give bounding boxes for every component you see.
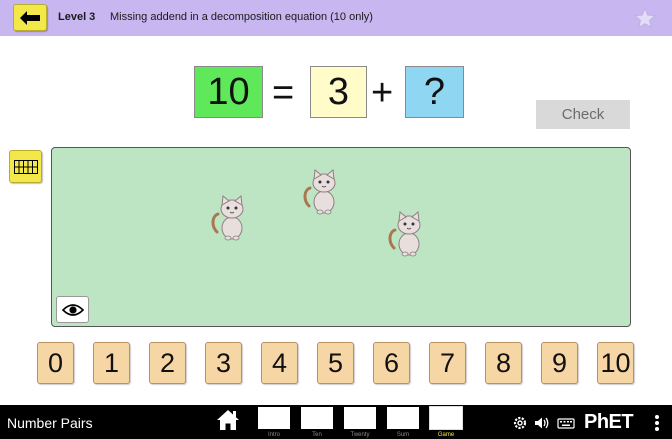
number-key-7[interactable]: 7 [429, 342, 466, 384]
screen-button-game[interactable]: Game [429, 406, 463, 438]
screen-label: Ten [312, 432, 322, 438]
number-key-8[interactable]: 8 [485, 342, 522, 384]
screen-button-twenty[interactable]: Twenty [343, 407, 377, 438]
screen-button-ten[interactable]: Ten [300, 407, 334, 438]
sum-box: 10 [194, 66, 263, 118]
phet-logo[interactable]: PhET [584, 411, 634, 434]
check-button[interactable]: Check [536, 100, 630, 129]
number-key-6[interactable]: 6 [373, 342, 410, 384]
navigation-bar: Number Pairs Intro Ten Twenty Sum Game P… [0, 405, 672, 439]
arrow-left-icon [20, 10, 40, 25]
back-button[interactable] [13, 4, 47, 31]
ten-frame-toggle-button[interactable] [9, 150, 42, 183]
counting-area [51, 147, 631, 327]
ten-frame-icon [13, 159, 38, 174]
gear-icon[interactable] [512, 415, 528, 431]
menu-dots-icon[interactable] [654, 414, 660, 432]
screen-thumbnail [258, 407, 290, 429]
screen-label: Game [437, 432, 455, 438]
screen-button-sum[interactable]: Sum [386, 407, 420, 438]
number-key-0[interactable]: 0 [37, 342, 74, 384]
level-description: Missing addend in a decomposition equati… [110, 11, 373, 23]
keyboard-icon[interactable] [557, 415, 575, 431]
equals-sign: = [272, 72, 295, 114]
star-icon [634, 7, 656, 29]
missing-addend-box[interactable]: ? [405, 66, 464, 118]
number-key-4[interactable]: 4 [261, 342, 298, 384]
cat-icon[interactable] [209, 192, 253, 242]
cat-icon[interactable] [301, 166, 345, 216]
game-screen: Level 3 Missing addend in a decompositio… [0, 0, 672, 439]
number-key-3[interactable]: 3 [205, 342, 242, 384]
screen-thumbnail [387, 407, 419, 429]
level-header: Level 3 Missing addend in a decompositio… [0, 0, 672, 36]
number-key-1[interactable]: 1 [93, 342, 130, 384]
screen-label: Twenty [350, 432, 370, 438]
home-icon[interactable] [216, 409, 240, 431]
number-key-10[interactable]: 10 [597, 342, 634, 384]
screen-label: Intro [267, 432, 280, 438]
sim-title: Number Pairs [7, 415, 93, 431]
screen-thumbnail [301, 407, 333, 429]
screen-thumbnail [429, 406, 463, 430]
eye-icon [61, 303, 84, 316]
level-title: Level 3 [58, 11, 96, 23]
addend-box: 3 [310, 66, 367, 118]
plus-sign: + [371, 72, 394, 114]
visibility-toggle-button[interactable] [56, 296, 89, 323]
screen-thumbnail [344, 407, 376, 429]
number-key-2[interactable]: 2 [149, 342, 186, 384]
cat-icon[interactable] [386, 208, 430, 258]
screen-button-intro[interactable]: Intro [257, 407, 291, 438]
speaker-icon[interactable] [534, 415, 550, 431]
screen-label: Sum [396, 432, 410, 438]
number-key-5[interactable]: 5 [317, 342, 354, 384]
number-key-9[interactable]: 9 [541, 342, 578, 384]
